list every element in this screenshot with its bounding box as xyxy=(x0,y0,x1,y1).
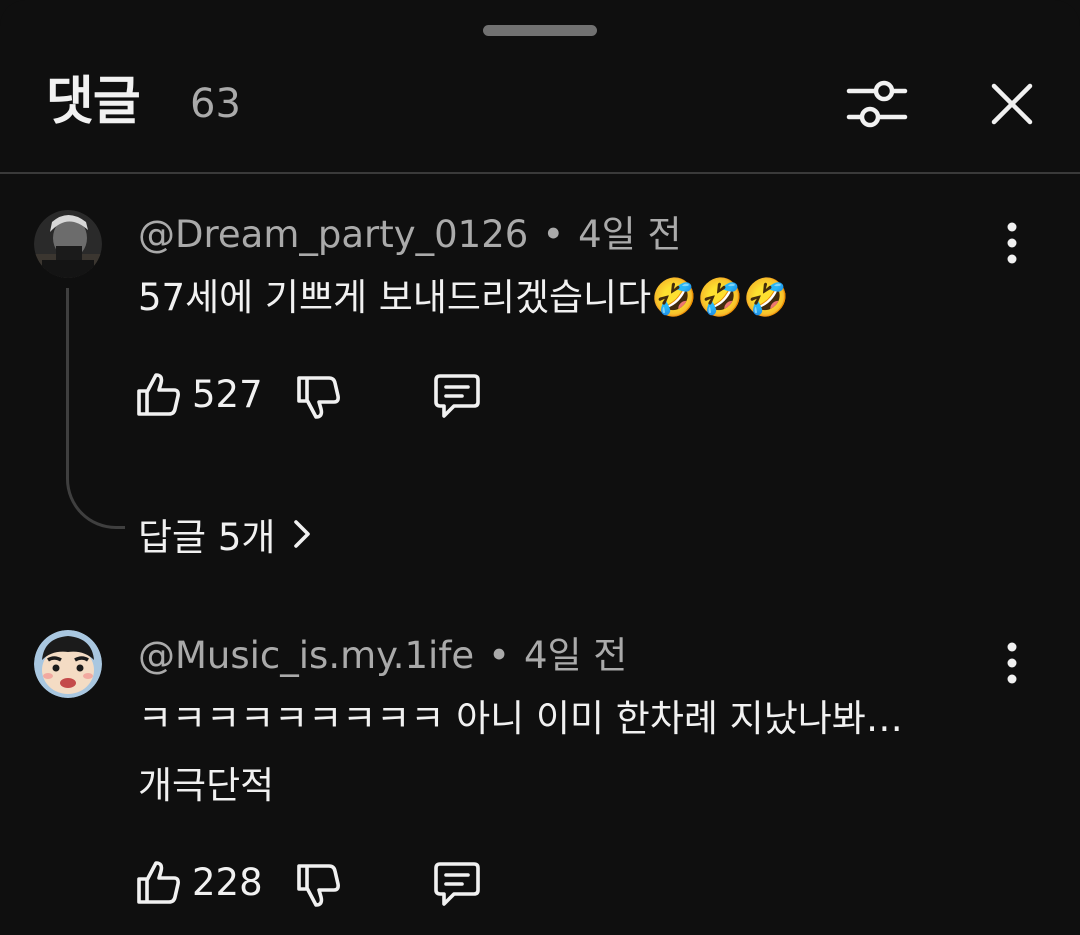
comment-time: 4일 전 xyxy=(523,634,628,677)
replies-label: 답글 5개 xyxy=(138,516,276,559)
like-count: 228 xyxy=(192,861,263,904)
avatar[interactable] xyxy=(34,210,102,278)
reply-thread-line xyxy=(66,288,125,529)
comment-text-line: ㅋㅋㅋㅋㅋㅋㅋㅋㅋ 아니 이미 한차례 지났나봐… xyxy=(138,697,903,740)
thumbs-down-icon[interactable] xyxy=(294,862,342,910)
close-icon[interactable] xyxy=(984,76,1040,132)
comment-text: 57세에 기쁘게 보내드리겠습니다🤣🤣🤣 xyxy=(138,276,790,319)
more-options-icon[interactable] xyxy=(1000,638,1024,688)
comment-meta: @Dream_party_0126 • 4일 전 xyxy=(138,212,682,258)
avatar[interactable] xyxy=(34,630,102,698)
header-divider xyxy=(0,172,1080,174)
meta-separator: • xyxy=(542,213,565,256)
thumbs-down-icon[interactable] xyxy=(294,374,342,422)
thumbs-up-icon[interactable] xyxy=(134,370,182,418)
comments-sheet: 댓글 63 @Dream_party_0126 • 4일 전 57세에 기쁘게 … xyxy=(0,0,1080,935)
page-title: 댓글 xyxy=(46,72,141,132)
more-options-icon[interactable] xyxy=(1000,218,1024,268)
comment-text-line: 개극단적 xyxy=(138,764,275,807)
author-handle[interactable]: @Music_is.my.1ife xyxy=(138,634,474,677)
reply-icon[interactable] xyxy=(432,372,482,420)
chevron-right-icon xyxy=(294,520,311,548)
reply-icon[interactable] xyxy=(432,860,482,908)
comment-meta: @Music_is.my.1ife • 4일 전 xyxy=(138,633,627,679)
sliders-icon[interactable] xyxy=(845,76,909,132)
like-count: 527 xyxy=(192,373,263,416)
drag-handle[interactable] xyxy=(483,25,597,36)
comment-count: 63 xyxy=(190,81,241,127)
thumbs-up-icon[interactable] xyxy=(134,858,182,906)
meta-separator: • xyxy=(488,634,510,677)
comment-time: 4일 전 xyxy=(578,213,682,256)
author-handle[interactable]: @Dream_party_0126 xyxy=(138,213,528,256)
view-replies-button[interactable]: 답글 5개 xyxy=(138,506,311,562)
